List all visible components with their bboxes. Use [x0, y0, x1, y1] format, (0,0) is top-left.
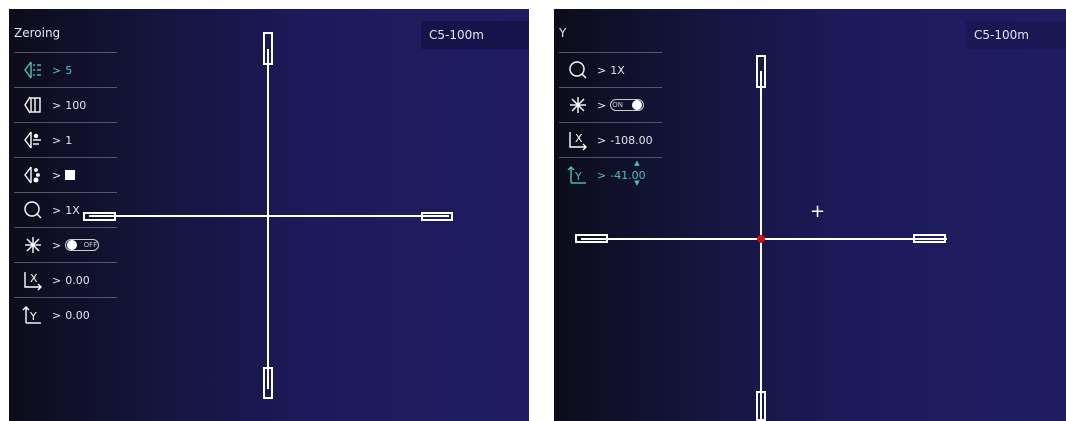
toggle-label: ON	[612, 101, 623, 109]
y-axis-icon: Y	[14, 300, 52, 330]
reticle-center-dot	[757, 235, 765, 243]
menu-arrow: >	[597, 98, 607, 112]
menu-item-y[interactable]: Y > 0.00	[14, 297, 117, 332]
menu-item-distance[interactable]: > 100	[14, 87, 117, 122]
menu-item-zoom[interactable]: > 1X	[14, 192, 117, 227]
reticle-left-bar	[575, 234, 608, 243]
reticle-right-bar	[421, 212, 453, 221]
x-axis-icon: X	[559, 125, 597, 155]
freeze-icon	[14, 230, 52, 260]
menu-value: 1X	[610, 63, 625, 77]
menu-value: -108.00	[610, 133, 653, 147]
svg-text:Y: Y	[29, 310, 37, 323]
menu-arrow: >	[597, 133, 607, 147]
x-axis-icon: X	[14, 265, 52, 295]
menu-item-profile[interactable]: > 5	[14, 52, 117, 87]
reticle-bottom-bar	[263, 367, 273, 399]
reticle-right-bar	[913, 234, 946, 243]
menu-arrow: >	[52, 273, 62, 287]
toggle-knob	[632, 100, 643, 110]
menu-arrow: >	[52, 133, 62, 147]
menu-value: 100	[65, 98, 87, 112]
zeroing-menu: > 1X > ON X > -108.00 Y > ▲ -41.00 ▼	[559, 52, 662, 192]
menu-value: -41.00	[610, 168, 646, 182]
freeze-icon	[559, 90, 597, 120]
reticle-left-bar	[83, 212, 116, 221]
reticle-type-icon	[14, 125, 52, 155]
aim-point-marker: +	[810, 201, 826, 222]
screen-title: Zeroing	[14, 26, 61, 40]
zoom-icon	[14, 195, 52, 225]
menu-item-y[interactable]: Y > ▲ -41.00 ▼	[559, 157, 662, 192]
freeze-toggle[interactable]: ON	[610, 99, 645, 111]
freeze-toggle[interactable]: OFF	[65, 239, 100, 251]
menu-value: 0.00	[65, 273, 90, 287]
svg-text:X: X	[30, 272, 38, 285]
menu-arrow: >	[52, 63, 62, 77]
menu-arrow: >	[52, 238, 62, 252]
menu-arrow: >	[52, 168, 62, 182]
menu-item-zoom[interactable]: > 1X	[559, 52, 662, 87]
y-axis-icon: Y	[559, 160, 597, 190]
decrease-icon[interactable]: ▼	[634, 179, 639, 187]
menu-arrow: >	[52, 308, 62, 322]
menu-value: 1	[65, 133, 73, 147]
menu-item-freeze[interactable]: > OFF	[14, 227, 117, 262]
reticle-vertical-line	[760, 71, 762, 421]
zeroing-profile-icon	[14, 55, 52, 85]
menu-item-reticle-type[interactable]: > 1	[14, 122, 117, 157]
zeroing-screen-left: Zeroing C5-100m > 5 > 100 > 1 > > 1X > O…	[9, 9, 529, 421]
zeroing-distance-icon	[14, 90, 52, 120]
toggle-label: OFF	[83, 241, 98, 249]
reticle-color-icon	[14, 160, 52, 190]
reticle-vertical-line	[267, 49, 269, 389]
menu-value: 0.00	[65, 308, 90, 322]
menu-arrow: >	[52, 98, 62, 112]
reticle-top-bar	[756, 55, 766, 88]
reticle-color-swatch	[65, 170, 76, 180]
svg-text:Y: Y	[574, 170, 582, 183]
menu-item-reticle-color[interactable]: >	[14, 157, 117, 192]
reticle-horizontal-line	[89, 215, 449, 217]
svg-text:X: X	[575, 132, 583, 145]
menu-arrow: >	[597, 168, 607, 182]
y-value-editor[interactable]: ▲ -41.00 ▼	[610, 159, 646, 187]
zeroing-screen-right: Y C5-100m > 1X > ON X > -108.00 Y > ▲ -4…	[554, 9, 1066, 421]
reticle-top-bar	[263, 32, 273, 65]
zeroing-menu: > 5 > 100 > 1 > > 1X > OFF X > 0.00 Y > …	[14, 52, 117, 332]
menu-item-freeze[interactable]: > ON	[559, 87, 662, 122]
profile-tag: C5-100m	[966, 21, 1066, 49]
profile-tag: C5-100m	[421, 21, 529, 49]
zoom-icon	[559, 55, 597, 85]
screen-title: Y	[559, 26, 567, 40]
reticle-bottom-bar	[756, 391, 766, 421]
menu-item-x[interactable]: X > -108.00	[559, 122, 662, 157]
menu-arrow: >	[52, 203, 62, 217]
menu-value: 5	[65, 63, 73, 77]
toggle-knob	[67, 240, 78, 250]
menu-value: 1X	[65, 203, 80, 217]
menu-arrow: >	[597, 63, 607, 77]
increase-icon[interactable]: ▲	[634, 159, 639, 167]
menu-item-x[interactable]: X > 0.00	[14, 262, 117, 297]
